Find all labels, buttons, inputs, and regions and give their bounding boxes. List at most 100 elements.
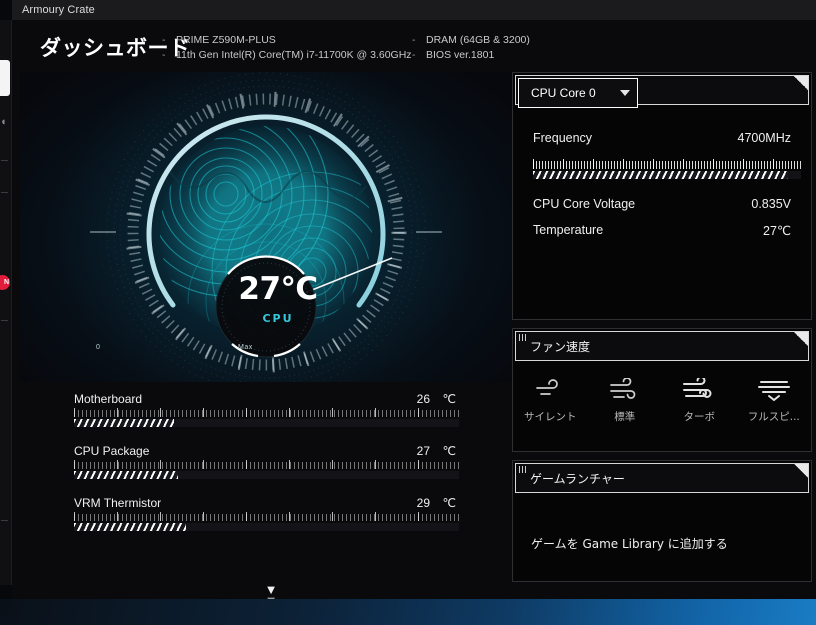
cpu-core-panel-body: Frequency 4700MHz CPU Core Voltage 0.835… bbox=[513, 107, 811, 319]
cpu-temperature-gauge[interactable]: 27℃ CPU 0 Max bbox=[20, 72, 512, 382]
chevron-down-icon bbox=[620, 90, 630, 96]
game-launcher-panel: ゲームランチャー ゲームを Game Library に追加する bbox=[512, 460, 812, 582]
metric-row-frequency: Frequency 4700MHz bbox=[531, 131, 793, 157]
frequency-track bbox=[533, 171, 801, 179]
rail-divider-2 bbox=[1, 192, 8, 193]
dashboard-header: ダッシュボード - PRIME Z590M-PLUS - 11th Gen In… bbox=[12, 20, 816, 72]
sensor-name: CPU Package bbox=[74, 444, 150, 458]
sensor-fill bbox=[74, 419, 175, 427]
rail-divider-3 bbox=[1, 320, 8, 321]
sensor-ruler-major bbox=[74, 512, 459, 521]
app-rail[interactable]: ◖ N bbox=[0, 20, 12, 585]
metric-value: 27℃ bbox=[763, 224, 791, 238]
gauge-max-label: Max bbox=[238, 344, 253, 351]
frequency-ruler-major bbox=[533, 159, 801, 169]
sensor-fill bbox=[74, 523, 186, 531]
spec-dash: - bbox=[412, 49, 416, 61]
sensor-ruler-major bbox=[74, 460, 459, 469]
sensor-row-motherboard[interactable]: Motherboard 26 ℃ bbox=[68, 392, 460, 444]
spec-dash: - bbox=[412, 34, 416, 46]
fan-mode-label: 標準 bbox=[614, 411, 636, 423]
dashboard-right-column: CPU Core 0 Frequency 4700MHz CPU Core Vo… bbox=[512, 72, 812, 582]
sensor-unit: ℃ bbox=[442, 496, 456, 510]
metric-label: CPU Core Voltage bbox=[533, 197, 636, 211]
sensor-track bbox=[74, 523, 459, 531]
sensor-name: VRM Thermistor bbox=[74, 496, 162, 510]
window-content: ダッシュボード - PRIME Z590M-PLUS - 11th Gen In… bbox=[12, 20, 816, 599]
sensor-unit: ℃ bbox=[442, 392, 456, 406]
metric-row-cpu-core-voltage: CPU Core Voltage 0.835V bbox=[531, 197, 793, 223]
gauge-min-label: 0 bbox=[96, 344, 101, 351]
game-launcher-panel-title: ゲームランチャー bbox=[530, 471, 625, 486]
panel-corner-notch-icon bbox=[794, 332, 808, 346]
wind-full-icon bbox=[737, 373, 812, 407]
fan-mode-silent[interactable]: サイレント bbox=[513, 363, 588, 451]
metric-label: Temperature bbox=[533, 223, 604, 237]
metric-row-temperature: Temperature 27℃ bbox=[531, 223, 793, 249]
rail-divider-4 bbox=[1, 520, 8, 521]
spec-dram: DRAM (64GB & 3200) bbox=[426, 34, 530, 46]
rail-notification-badge[interactable]: N bbox=[0, 275, 10, 290]
wind-light-icon bbox=[513, 373, 588, 407]
panel-corner-notch-icon bbox=[794, 76, 808, 90]
spec-dash: - bbox=[162, 34, 166, 46]
fan-speed-panel-body: サイレント 標準 ターボ フルスピ... bbox=[513, 363, 811, 451]
sensor-name: Motherboard bbox=[74, 392, 143, 406]
spec-bios: BIOS ver.1801 bbox=[426, 49, 495, 61]
fan-mode-label: ターボ bbox=[683, 411, 716, 423]
sensor-value: 26 bbox=[416, 392, 430, 406]
wind-medium-icon bbox=[588, 373, 663, 407]
spec-motherboard: PRIME Z590M-PLUS bbox=[176, 34, 276, 46]
metric-label: Frequency bbox=[533, 131, 593, 145]
wind-strong-icon bbox=[662, 373, 737, 407]
sensor-value: 27 bbox=[416, 444, 430, 458]
dashboard-left-column: 27℃ CPU 0 Max Motherboard 26 ℃ CPU Packa… bbox=[12, 72, 512, 599]
gauge-temperature-value: 27℃ bbox=[238, 271, 318, 307]
fan-speed-panel-header: ファン速度 bbox=[515, 331, 809, 361]
sensor-row-vrm-thermistor[interactable]: VRM Thermistor 29 ℃ bbox=[68, 496, 460, 548]
fan-mode-standard[interactable]: 標準 bbox=[588, 363, 663, 451]
sensor-unit: ℃ bbox=[442, 444, 456, 458]
cpu-core-panel: CPU Core 0 Frequency 4700MHz CPU Core Vo… bbox=[512, 72, 812, 320]
frequency-fill bbox=[533, 171, 788, 179]
desktop-wallpaper-strip bbox=[0, 599, 816, 625]
cpu-core-select[interactable]: CPU Core 0 bbox=[518, 78, 638, 108]
cpu-core-panel-header: CPU Core 0 bbox=[515, 75, 809, 108]
game-launcher-panel-header: ゲームランチャー bbox=[515, 463, 809, 493]
gauge-readout: 27℃ CPU bbox=[234, 262, 322, 350]
sensor-value: 29 bbox=[416, 496, 430, 510]
sensor-fill bbox=[74, 471, 178, 479]
fan-mode-label: フルスピ... bbox=[747, 411, 800, 423]
system-specs-column-1: - PRIME Z590M-PLUS - 11th Gen Intel(R) C… bbox=[162, 33, 412, 63]
spec-dash: - bbox=[162, 49, 166, 61]
sensor-ruler-major bbox=[74, 408, 459, 417]
fan-speed-panel-title: ファン速度 bbox=[530, 339, 591, 354]
fan-mode-full-speed[interactable]: フルスピ... bbox=[737, 363, 812, 451]
panel-corner-notch-icon bbox=[794, 464, 808, 478]
rail-active-item[interactable] bbox=[0, 60, 10, 96]
sensor-row-cpu-package[interactable]: CPU Package 27 ℃ bbox=[68, 444, 460, 496]
rail-icon-1[interactable]: ◖ bbox=[0, 115, 11, 130]
metric-value: 4700MHz bbox=[737, 131, 792, 145]
window-title: Armoury Crate bbox=[22, 4, 95, 16]
sensor-track bbox=[74, 471, 459, 479]
rail-divider-1 bbox=[1, 160, 8, 161]
window-titlebar[interactable]: Armoury Crate bbox=[12, 0, 816, 20]
spec-row: - DRAM (64GB & 3200) bbox=[412, 33, 530, 48]
spec-row: - PRIME Z590M-PLUS bbox=[162, 33, 412, 48]
add-game-to-library-button[interactable]: ゲームを Game Library に追加する bbox=[531, 535, 728, 552]
spec-row: - BIOS ver.1801 bbox=[412, 48, 530, 63]
cpu-core-select-value: CPU Core 0 bbox=[531, 86, 596, 100]
sensor-list: Motherboard 26 ℃ CPU Package 27 ℃ VRM Th… bbox=[68, 392, 460, 548]
system-specs-column-2: - DRAM (64GB & 3200) - BIOS ver.1801 bbox=[412, 33, 530, 63]
spec-cpu: 11th Gen Intel(R) Core(TM) i7-11700K @ 3… bbox=[176, 49, 412, 61]
app-window: Armoury Crate ダッシュボード - PRIME Z590M-PLUS… bbox=[12, 0, 816, 599]
expand-more-icon[interactable]: ▼ ▼ bbox=[258, 583, 284, 599]
spec-row: - 11th Gen Intel(R) Core(TM) i7-11700K @… bbox=[162, 48, 412, 63]
fan-speed-panel: ファン速度 サイレント 標準 ターボ フルスピ... bbox=[512, 328, 812, 452]
metric-value: 0.835V bbox=[751, 197, 791, 211]
panel-ticks-icon bbox=[519, 466, 527, 473]
fan-mode-label: サイレント bbox=[524, 411, 577, 423]
sensor-track bbox=[74, 419, 459, 427]
fan-mode-turbo[interactable]: ターボ bbox=[662, 363, 737, 451]
